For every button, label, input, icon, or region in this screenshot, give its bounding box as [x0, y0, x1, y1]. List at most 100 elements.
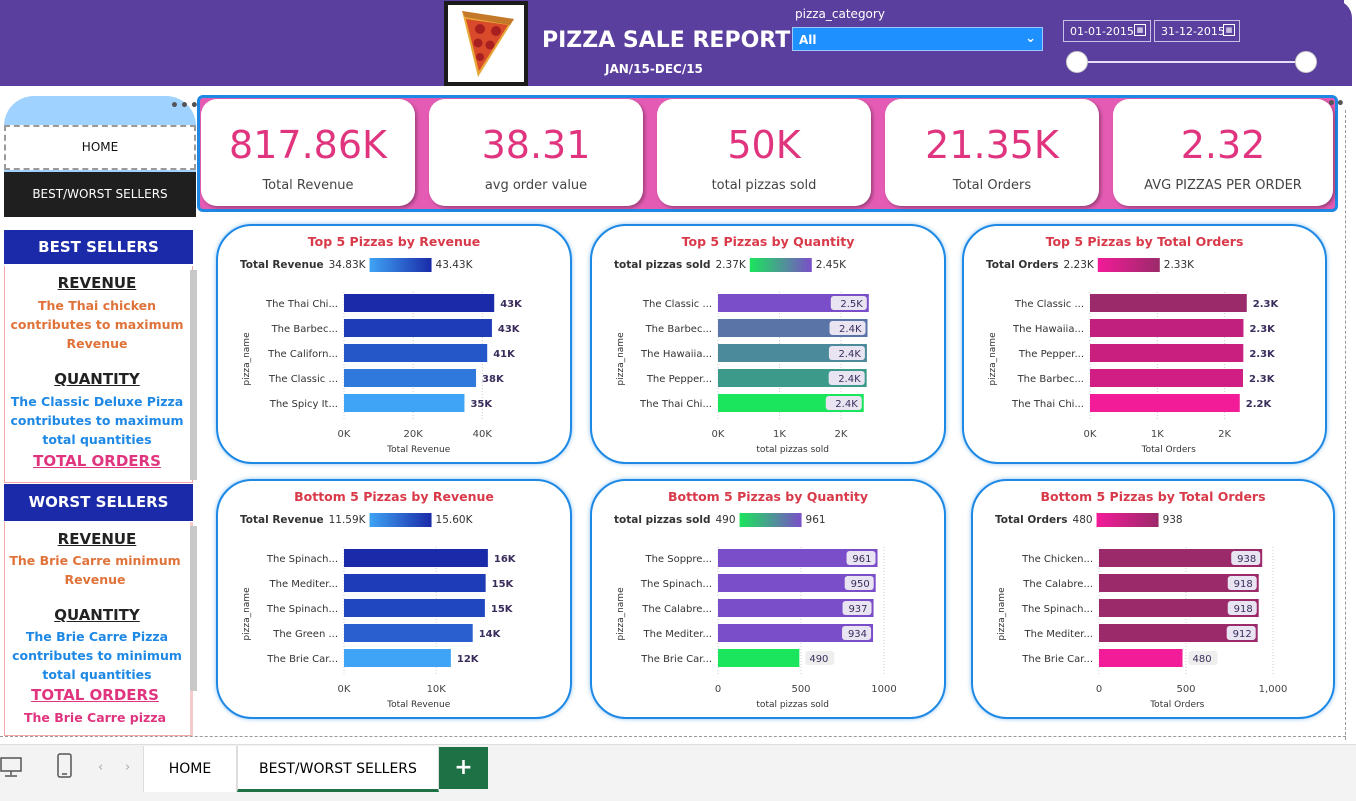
best-orders-heading: TOTAL ORDERS: [33, 452, 161, 470]
chart-card-bottom-quantity[interactable]: Bottom 5 Pizzas by Quantity total pizzas …: [590, 479, 946, 719]
chart-title: Bottom 5 Pizzas by Revenue: [294, 489, 494, 504]
x-tick-label: 1K: [1151, 429, 1164, 440]
chart-card-top-orders[interactable]: Top 5 Pizzas by Total Orders Total Orders…: [962, 224, 1327, 464]
scrollbar[interactable]: [190, 526, 197, 691]
x-axis-title: total pizzas sold: [756, 700, 829, 710]
kpi-value: 21.35K: [925, 123, 1059, 167]
data-label: 480: [1193, 654, 1212, 665]
date-start-input[interactable]: 01-01-2015 ▦: [1063, 20, 1151, 42]
data-label: 38K: [482, 374, 505, 385]
best-sellers-heading: BEST SELLERS: [4, 230, 193, 264]
x-tick-label: 20K: [404, 429, 424, 440]
category-label: The Hawaiia...: [1012, 324, 1084, 335]
chevron-right-icon[interactable]: ›: [125, 760, 130, 775]
kpi-label: AVG PIZZAS PER ORDER: [1144, 178, 1302, 193]
x-tick-label: 0: [1096, 684, 1102, 695]
bar: [344, 624, 473, 642]
date-range-slider[interactable]: [1077, 61, 1306, 63]
legend-max: 961: [806, 514, 826, 526]
x-axis-title: Total Orders: [1149, 700, 1204, 710]
x-tick-label: 500: [1176, 684, 1195, 695]
data-label: 2.3K: [1249, 374, 1276, 385]
data-label: 918: [1234, 579, 1253, 590]
bar: [344, 599, 485, 617]
bar: [718, 649, 800, 667]
data-label: 2.2K: [1246, 399, 1273, 410]
kpi-card-total-revenue: 817.86K Total Revenue: [201, 99, 415, 206]
category-filter-value: All: [799, 33, 817, 47]
worst-orders-heading: TOTAL ORDERS: [31, 686, 159, 704]
category-label: The Barbec...: [1017, 374, 1084, 385]
x-tick-label: 0K: [338, 429, 351, 440]
data-label: 938: [1237, 554, 1256, 565]
category-label: The Thai Chi...: [265, 299, 338, 310]
desktop-view-icon[interactable]: [0, 756, 24, 782]
data-label: 934: [848, 629, 867, 640]
mobile-view-icon[interactable]: [57, 753, 73, 783]
pizza-logo-icon: [444, 1, 528, 86]
data-label: 961: [852, 554, 871, 565]
slider-start-handle[interactable]: [1066, 51, 1088, 73]
home-button[interactable]: HOME: [4, 125, 196, 170]
chart-title: Bottom 5 Pizzas by Total Orders: [1040, 489, 1265, 504]
bar: [344, 649, 451, 667]
bar: [344, 369, 477, 387]
chart-card-bottom-orders[interactable]: Bottom 5 Pizzas by Total Orders Total Ord…: [971, 479, 1335, 719]
chevron-left-icon[interactable]: ‹: [98, 760, 103, 775]
bar: [1090, 369, 1243, 387]
tab-best-worst-sellers[interactable]: BEST/WORST SELLERS: [237, 746, 439, 792]
category-label: The Mediter...: [643, 629, 713, 640]
date-start-value: 01-01-2015: [1070, 25, 1134, 38]
date-end-input[interactable]: 31-12-2015 ▦: [1154, 20, 1240, 42]
category-label: The Calabre...: [641, 604, 712, 615]
best-revenue-heading: REVENUE: [57, 274, 137, 292]
report-subtitle: JAN/15-DEC/15: [605, 62, 703, 76]
bar-chart: Top 5 Pizzas by Total Orders Total Orders…: [986, 234, 1279, 455]
tab-home[interactable]: HOME: [143, 746, 237, 792]
kpi-value: 50K: [727, 123, 801, 167]
slider-end-handle[interactable]: [1295, 51, 1317, 73]
x-tick-label: 1,000: [1259, 684, 1288, 695]
bar: [344, 294, 495, 312]
add-page-button[interactable]: +: [439, 747, 488, 789]
more-options-icon[interactable]: •••: [170, 98, 200, 114]
chart-card-top-revenue[interactable]: Top 5 Pizzas by Revenue Total Revenue 34.8…: [216, 224, 572, 464]
category-label: The Classic ...: [268, 374, 338, 385]
kpi-card-avg-order-value: 38.31 avg order value: [429, 99, 643, 206]
data-label: 2.4K: [838, 374, 861, 385]
bar-chart: Bottom 5 Pizzas by Total Orders Total Ord…: [995, 489, 1288, 710]
best-sellers-panel: REVENUE The Thai chicken contributes to …: [4, 266, 197, 483]
category-filter-dropdown[interactable]: All ⌄: [792, 27, 1043, 51]
chart-card-bottom-revenue[interactable]: Bottom 5 Pizzas by Revenue Total Revenue 1…: [216, 479, 572, 719]
best-quantity-text: The Classic Deluxe Pizza contributes to …: [10, 394, 184, 447]
data-label: 41K: [493, 349, 516, 360]
worst-quantity-text: The Brie Carre Pizza contributes to mini…: [12, 629, 182, 682]
bar: [1090, 294, 1247, 312]
bar: [344, 319, 492, 337]
bar-chart: Top 5 Pizzas by Quantity total pizzas sol…: [614, 234, 869, 455]
bar: [1099, 649, 1183, 667]
kpi-label: total pizzas sold: [711, 178, 817, 193]
worst-quantity-heading: QUANTITY: [54, 606, 140, 624]
data-label: 490: [809, 654, 828, 665]
data-label: 14K: [479, 629, 502, 640]
y-axis-title: pizza_name: [242, 587, 252, 641]
data-label: 12K: [457, 654, 480, 665]
legend-gradient-bar: [1097, 258, 1160, 272]
category-label: The Mediter...: [269, 579, 339, 590]
kpi-card-avg-pizzas-per-order: 2.32 AVG PIZZAS PER ORDER: [1113, 99, 1333, 206]
kpi-value: 38.31: [481, 123, 591, 167]
category-label: The Classic ...: [642, 299, 712, 310]
legend-label: Total Orders: [986, 259, 1059, 271]
bar: [344, 549, 488, 567]
best-worst-sellers-button[interactable]: BEST/WORST SELLERS: [4, 172, 196, 217]
kpi-label: Total Orders: [952, 178, 1032, 193]
scrollbar[interactable]: [190, 270, 197, 480]
legend-min: 2.23K: [1064, 259, 1095, 271]
x-axis-title: Total Orders: [1141, 445, 1196, 455]
chart-card-top-quantity[interactable]: Top 5 Pizzas by Quantity total pizzas sol…: [590, 224, 946, 464]
data-label: 2.4K: [839, 324, 862, 335]
bar: [1090, 319, 1244, 337]
x-tick-label: 1K: [773, 429, 786, 440]
page-edge-guide: [1345, 110, 1346, 740]
